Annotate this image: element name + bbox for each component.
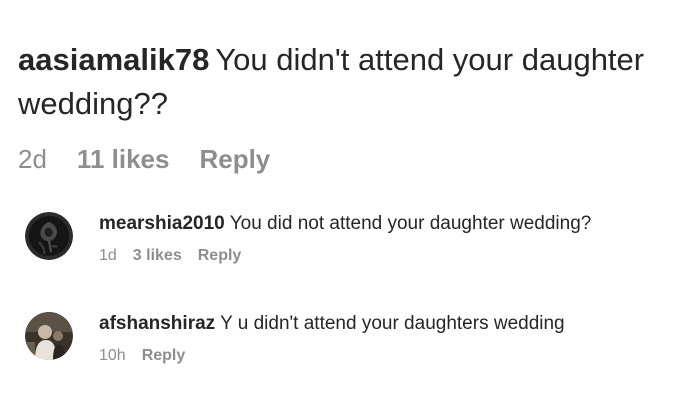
avatar[interactable] [25, 212, 73, 260]
main-comment-username[interactable]: aasiamalik78 [18, 42, 209, 77]
main-comment-reply-button[interactable]: Reply [199, 144, 270, 175]
reply-likes[interactable]: 3 likes [133, 247, 182, 265]
reply-time: 1d [99, 247, 117, 264]
reply-time: 10h [99, 347, 126, 364]
main-comment-likes[interactable]: 11 likes [77, 144, 170, 175]
reply-text: You did not attend your daughter wedding… [229, 213, 592, 234]
portrait-avatar-icon [25, 312, 73, 360]
reply-text-block: afshanshiraz Y u didn't attend your daugh… [99, 310, 565, 338]
reply-meta: 10h Reply [99, 347, 565, 365]
main-comment-text-block: aasiamalik78 You didn't attend your daugh… [18, 38, 698, 126]
main-comment: aasiamalik78 You didn't attend your daugh… [18, 38, 698, 175]
reply-username[interactable]: mearshia2010 [99, 213, 225, 234]
avatar[interactable] [25, 312, 73, 360]
reply-body: afshanshiraz Y u didn't attend your daugh… [99, 310, 565, 365]
reply-item: afshanshiraz Y u didn't attend your daugh… [25, 310, 695, 365]
reply-meta: 1d 3 likes Reply [99, 247, 591, 265]
main-comment-time: 2d [18, 144, 47, 174]
comments-thread: aasiamalik78 You didn't attend your daugh… [0, 0, 700, 400]
reply-text: Y u didn't attend your daughters wedding [220, 313, 565, 334]
reply-body: mearshia2010 You did not attend your daug… [99, 210, 591, 265]
reply-button[interactable]: Reply [142, 347, 186, 365]
reply-item: mearshia2010 You did not attend your daug… [25, 210, 695, 265]
reply-button[interactable]: Reply [198, 247, 242, 265]
reply-text-block: mearshia2010 You did not attend your daug… [99, 210, 591, 238]
main-comment-meta: 2d 11 likes Reply [18, 144, 698, 175]
reply-username[interactable]: afshanshiraz [99, 313, 215, 334]
dark-rose-avatar-icon [25, 212, 73, 260]
